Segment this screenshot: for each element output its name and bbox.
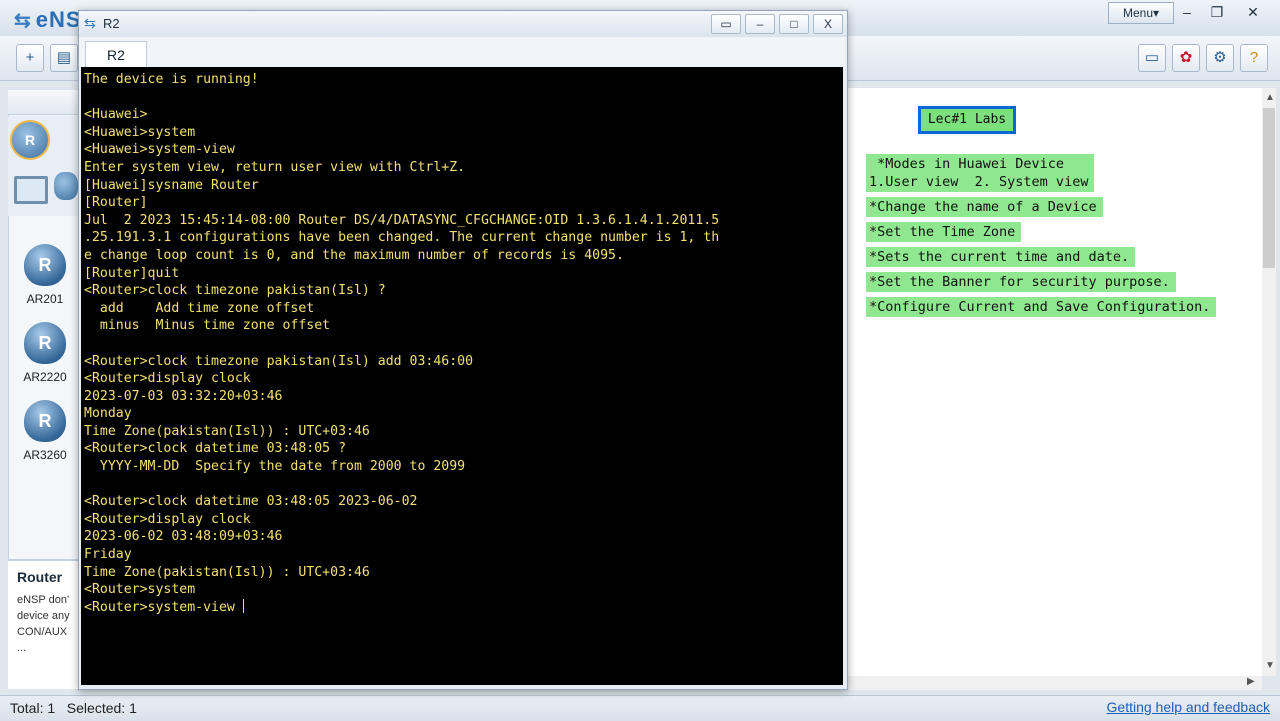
maximize-button[interactable]: □ <box>779 14 809 34</box>
app-close-button[interactable]: ✕ <box>1238 2 1268 22</box>
terminal-line: Friday <box>84 547 132 563</box>
minimize-button[interactable]: – <box>745 14 775 34</box>
app-restore-button[interactable]: ❐ <box>1202 2 1232 22</box>
terminal-line: add Add time zone offset <box>84 300 315 316</box>
device-info-title: Router <box>17 569 63 585</box>
terminal-line: <Router>system-view <box>84 598 244 615</box>
notes-title-box: Lec#1 Labs <box>918 106 1016 134</box>
device-label: AR2220 <box>23 370 67 384</box>
terminal-line: <Huawei>system-view <box>84 142 235 158</box>
help-feedback-link[interactable]: Getting help and feedback <box>1107 699 1270 715</box>
close-button[interactable]: X <box>813 14 843 34</box>
terminal-line: <Huawei> <box>84 107 148 123</box>
scroll-right-icon[interactable]: ▶ <box>1247 676 1255 687</box>
terminal-line: Jul 2 2023 15:45:14-08:00 Router DS/4/DA… <box>84 212 720 228</box>
device-info-text: eNSP don' device any CON/AUX ... <box>17 594 70 654</box>
terminal-line: <Router>clock datetime 03:48:05 2023-06-… <box>84 494 418 510</box>
terminal-line: <Router>clock timezone pakistan(Isl) add… <box>84 353 474 369</box>
note-time-zone: *Set the Time Zone <box>866 222 1022 242</box>
terminal-line: e change loop count is 0, and the maximu… <box>84 247 624 263</box>
router-icon: R <box>24 244 66 286</box>
tab-r2[interactable]: R2 <box>85 41 147 68</box>
terminal-line: 2023-06-02 03:48:09+03:46 <box>84 529 283 545</box>
scroll-up-icon[interactable]: ▲ <box>1265 92 1275 103</box>
help-icon[interactable]: ? <box>1240 44 1268 72</box>
note-banner: *Set the Banner for security purpose. <box>866 272 1176 292</box>
ensp-logo-icon: ⇆ <box>14 10 32 32</box>
terminal-line: <Router>clock timezone pakistan(Isl) ? <box>84 283 386 299</box>
terminal-line: <Router>system <box>84 582 196 598</box>
device-item-ar201[interactable]: R AR201 <box>10 244 80 306</box>
terminal-line: Enter system view, return user view with… <box>84 159 466 175</box>
notes-title: Lec#1 Labs <box>921 109 1013 131</box>
terminal-cursor <box>242 598 244 613</box>
canvas-horizontal-scrollbar[interactable] <box>846 676 1262 690</box>
chat-icon[interactable]: ▭ <box>1138 44 1166 72</box>
note-modes: *Modes in Huawei Device 1.User view 2. S… <box>866 154 1095 192</box>
terminal-line: <Router>clock datetime 03:48:05 ? <box>84 441 347 457</box>
terminal-line: Time Zone(pakistan(Isl)) : UTC+03:46 <box>84 564 370 580</box>
terminal-line: [Router]quit <box>84 265 180 281</box>
console-title-bar[interactable]: ⇆ R2 ▭ – □ X <box>79 11 847 37</box>
device-label: AR3260 <box>23 448 67 462</box>
device-item-ar3260[interactable]: R AR3260 <box>10 400 80 462</box>
restore-layout-button[interactable]: ▭ <box>711 14 741 34</box>
note-change-name: *Change the name of a Device <box>866 197 1103 217</box>
device-item-ar2220[interactable]: R AR2220 <box>10 322 80 384</box>
terminal-line: Monday <box>84 406 132 422</box>
terminal-line: [Huawei]sysname Router <box>84 177 259 193</box>
terminal-line: 2023-07-03 03:32:20+03:46 <box>84 388 283 404</box>
app-minimize-button[interactable]: – <box>1172 2 1202 22</box>
console-window-title: R2 <box>103 16 120 31</box>
menu-button[interactable]: Menu▾ <box>1108 2 1174 24</box>
status-bar: Total: 1 Selected: 1 Getting help and fe… <box>0 695 1280 721</box>
console-tab-bar: R2 <box>79 37 845 68</box>
terminal-line: .25.191.3.1 configurations have been cha… <box>84 230 720 246</box>
app-logo: ⇆ eNS <box>14 7 82 32</box>
device-category-row: R <box>8 116 78 216</box>
status-text: Total: 1 Selected: 1 <box>10 700 137 716</box>
terminal-line: [Router] <box>84 195 148 211</box>
settings-icon[interactable]: ⚙ <box>1206 44 1234 72</box>
canvas-scroll-thumb[interactable] <box>1263 108 1275 268</box>
device-label: AR201 <box>26 292 64 306</box>
terminal-line: YYYY-MM-DD Specify the date from 2000 to… <box>84 459 466 475</box>
router-category-icon[interactable]: R <box>10 120 50 160</box>
terminal-output: The device is running! <Huawei> <Huawei>sy… <box>81 67 843 616</box>
terminal-area[interactable]: The device is running! <Huawei> <Huawei>sy… <box>81 67 843 685</box>
console-window: ⇆ R2 ▭ – □ X R2 The device is running! <H… <box>78 10 848 690</box>
pc-category-icon[interactable] <box>14 176 48 204</box>
terminal-line: <Huawei>system <box>84 124 196 140</box>
terminal-line: The device is running! <box>84 72 259 87</box>
terminal-line: <Router>display clock <box>84 371 251 387</box>
terminal-line: Time Zone(pakistan(Isl)) : UTC+03:46 <box>84 423 370 439</box>
new-topology-icon[interactable]: + <box>16 44 44 72</box>
scroll-down-icon[interactable]: ▼ <box>1265 660 1275 671</box>
huawei-logo-icon[interactable]: ✿ <box>1172 44 1200 72</box>
terminal-line: minus Minus time zone offset <box>84 318 331 334</box>
open-topology-icon[interactable]: ▤ <box>50 44 78 72</box>
note-time-date: *Sets the current time and date. <box>866 247 1136 267</box>
terminal-line: <Router>display clock <box>84 511 251 527</box>
device-panel-header <box>8 90 78 115</box>
router-icon: R <box>24 322 66 364</box>
cloud-category-icon[interactable] <box>54 172 78 200</box>
ensp-window-icon: ⇆ <box>84 15 96 31</box>
router-icon: R <box>24 400 66 442</box>
note-save-config: *Configure Current and Save Configuratio… <box>866 297 1217 317</box>
